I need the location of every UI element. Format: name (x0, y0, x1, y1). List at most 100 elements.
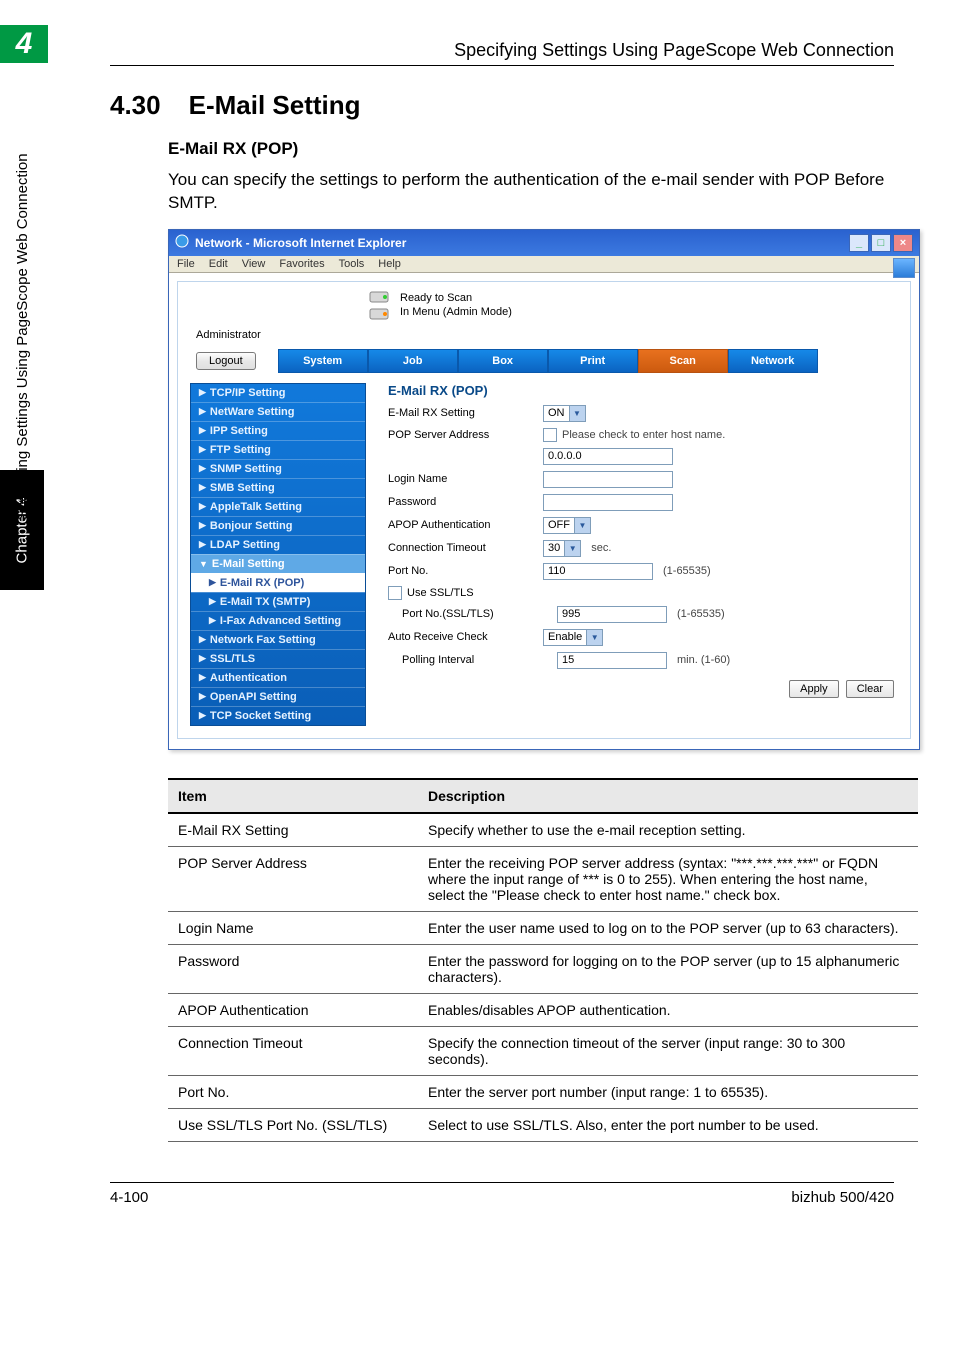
pop-hostname-checkbox[interactable]: Please check to enter host name. (543, 428, 725, 442)
sslport-input[interactable] (557, 606, 667, 623)
body-text: You can specify the settings to perform … (168, 169, 894, 215)
table-row: PasswordEnter the password for logging o… (168, 944, 918, 993)
subsection-title: E-Mail RX (POP) (168, 139, 894, 159)
menu-favorites[interactable]: Favorites (279, 258, 324, 270)
table-cell-description: Specify whether to use the e-mail recept… (418, 813, 918, 847)
login-name-input[interactable] (543, 471, 673, 488)
tab-box[interactable]: Box (458, 349, 548, 373)
close-button[interactable]: × (893, 234, 913, 252)
select-value: Enable (548, 631, 582, 643)
sidebar-label: Authentication (210, 672, 287, 684)
footer-model: bizhub 500/420 (791, 1189, 894, 1206)
sidebar-label: TCP Socket Setting (210, 710, 311, 722)
pop-check-text: Please check to enter host name. (562, 429, 725, 441)
chevron-down-icon: ▼ (564, 541, 580, 556)
table-cell-description: Enter the user name used to log on to th… (418, 911, 918, 944)
checkbox-icon (388, 586, 402, 600)
tab-job[interactable]: Job (368, 349, 458, 373)
sslport-label: Port No.(SSL/TLS) (388, 608, 547, 620)
pop-address-input[interactable] (543, 448, 673, 465)
chevron-down-icon: ▼ (569, 406, 585, 421)
table-cell-description: Enter the server port number (input rang… (418, 1075, 918, 1108)
sidebar-item-ssltls[interactable]: ▶SSL/TLS (191, 649, 365, 668)
password-input[interactable] (543, 494, 673, 511)
ie-logo-icon (893, 258, 915, 278)
table-cell-item: Port No. (168, 1075, 418, 1108)
table-cell-description: Enter the password for logging on to the… (418, 944, 918, 993)
tab-system[interactable]: System (278, 349, 368, 373)
table-row: POP Server AddressEnter the receiving PO… (168, 846, 918, 911)
password-label: Password (388, 496, 533, 508)
menu-bar: File Edit View Favorites Tools Help (169, 256, 919, 273)
maximize-button[interactable]: □ (871, 234, 891, 252)
sidebar-item-email-rx[interactable]: ▶E-Mail RX (POP) (191, 573, 365, 592)
poll-input[interactable] (557, 652, 667, 669)
logout-button[interactable]: Logout (196, 352, 256, 370)
page-header: Specifying Settings Using PageScope Web … (110, 40, 894, 66)
sidebar-item-tcpip[interactable]: ▶TCP/IP Setting (191, 384, 365, 402)
sidebar-item-ifax[interactable]: ▶I-Fax Advanced Setting (191, 611, 365, 630)
sidebar-item-tcpsocket[interactable]: ▶TCP Socket Setting (191, 706, 365, 725)
sidebar-item-ldap[interactable]: ▶LDAP Setting (191, 535, 365, 554)
use-ssl-checkbox[interactable]: Use SSL/TLS (388, 586, 474, 600)
window-titlebar: Network - Microsoft Internet Explorer _ … (169, 230, 919, 256)
sidebar-label: E-Mail Setting (212, 558, 285, 570)
sidebar-item-ftp[interactable]: ▶FTP Setting (191, 440, 365, 459)
chevron-down-icon: ▼ (586, 630, 602, 645)
table-cell-item: Login Name (168, 911, 418, 944)
sidebar-item-smb[interactable]: ▶SMB Setting (191, 478, 365, 497)
sidebar-label: IPP Setting (210, 425, 268, 437)
menu-help[interactable]: Help (378, 258, 401, 270)
tab-print[interactable]: Print (548, 349, 638, 373)
sidebar-item-email[interactable]: ▼E-Mail Setting (191, 554, 365, 573)
table-row: APOP AuthenticationEnables/disables APOP… (168, 993, 918, 1026)
login-label: Login Name (388, 473, 533, 485)
sidebar-item-ipp[interactable]: ▶IPP Setting (191, 421, 365, 440)
clear-button[interactable]: Clear (846, 680, 894, 698)
conn-timeout-select[interactable]: 30 ▼ (543, 540, 581, 557)
sidebar-label: I-Fax Advanced Setting (220, 615, 341, 627)
printer-status-icon (368, 290, 390, 321)
rx-select[interactable]: ON ▼ (543, 405, 586, 422)
menu-file[interactable]: File (177, 258, 195, 270)
sidebar-label: Bonjour Setting (210, 520, 293, 532)
sidebar-item-authentication[interactable]: ▶Authentication (191, 668, 365, 687)
table-cell-description: Enables/disables APOP authentication. (418, 993, 918, 1026)
menu-view[interactable]: View (242, 258, 266, 270)
tab-network[interactable]: Network (728, 349, 818, 373)
sidebar-label: TCP/IP Setting (210, 387, 286, 399)
select-value: 30 (548, 542, 560, 554)
port-label: Port No. (388, 565, 533, 577)
sidebar-item-bonjour[interactable]: ▶Bonjour Setting (191, 516, 365, 535)
apply-button[interactable]: Apply (789, 680, 839, 698)
sidebar-item-snmp[interactable]: ▶SNMP Setting (191, 459, 365, 478)
minimize-button[interactable]: _ (849, 234, 869, 252)
menu-edit[interactable]: Edit (209, 258, 228, 270)
apop-select[interactable]: OFF▼ (543, 517, 591, 534)
select-value: ON (548, 407, 565, 419)
status-ready: Ready to Scan (400, 292, 512, 304)
status-mode: In Menu (Admin Mode) (400, 306, 512, 318)
tab-scan[interactable]: Scan (638, 349, 728, 373)
ie-icon (175, 234, 189, 251)
table-cell-item: E-Mail RX Setting (168, 813, 418, 847)
auto-receive-select[interactable]: Enable ▼ (543, 629, 603, 646)
table-cell-item: Password (168, 944, 418, 993)
menu-tools[interactable]: Tools (339, 258, 365, 270)
sidebar-item-networkfax[interactable]: ▶Network Fax Setting (191, 630, 365, 649)
sidebar-item-netware[interactable]: ▶NetWare Setting (191, 402, 365, 421)
port-input[interactable] (543, 563, 653, 580)
sidebar-item-openapi[interactable]: ▶OpenAPI Setting (191, 687, 365, 706)
sidebar-item-appletalk[interactable]: ▶AppleTalk Setting (191, 497, 365, 516)
table-cell-description: Select to use SSL/TLS. Also, enter the p… (418, 1108, 918, 1141)
table-row: Port No.Enter the server port number (in… (168, 1075, 918, 1108)
sidebar-label: OpenAPI Setting (210, 691, 297, 703)
section-number: 4.30 (110, 90, 161, 121)
apop-label: APOP Authentication (388, 519, 533, 531)
sidebar-label: SSL/TLS (210, 653, 255, 665)
sidebar-item-email-tx[interactable]: ▶E-Mail TX (SMTP) (191, 592, 365, 611)
table-row: Use SSL/TLS Port No. (SSL/TLS)Select to … (168, 1108, 918, 1141)
table-cell-item: APOP Authentication (168, 993, 418, 1026)
table-row: E-Mail RX SettingSpecify whether to use … (168, 813, 918, 847)
sidebar-label: SMB Setting (210, 482, 275, 494)
